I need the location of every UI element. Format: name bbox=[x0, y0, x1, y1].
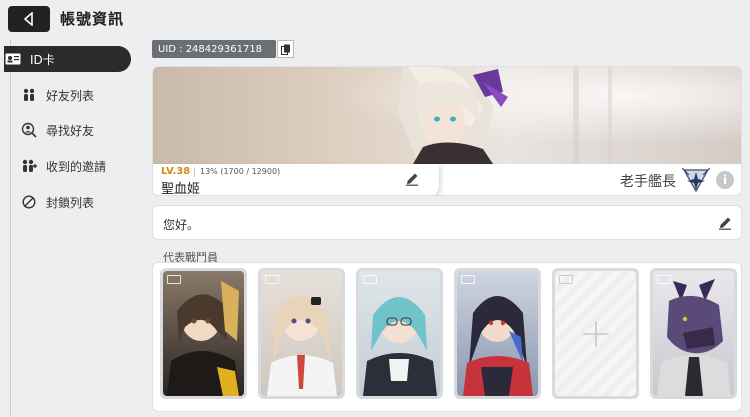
level-divider bbox=[194, 167, 195, 177]
info-icon: i bbox=[722, 173, 728, 187]
uid-label: UID : 248429361718 bbox=[152, 40, 276, 58]
sidebar-item-find-friend[interactable]: 尋找好友 bbox=[20, 117, 94, 143]
sidebar-item-invitations[interactable]: 收到的邀請 bbox=[20, 153, 106, 179]
pencil-icon bbox=[719, 217, 731, 230]
sidebar-item-label: 收到的邀請 bbox=[46, 159, 107, 174]
invitations-icon bbox=[20, 157, 38, 175]
greeting-text: 您好。 bbox=[163, 218, 200, 232]
character-portrait bbox=[359, 271, 440, 396]
back-arrow-icon bbox=[23, 12, 33, 26]
page-title: 帳號資訊 bbox=[60, 10, 125, 28]
friends-icon bbox=[20, 86, 38, 104]
top-bar: 帳號資訊 bbox=[0, 0, 750, 40]
character-portrait bbox=[457, 271, 538, 396]
sidebar-item-block-list[interactable]: 封鎖列表 bbox=[20, 189, 94, 215]
copy-icon bbox=[280, 44, 290, 55]
slot-tag-icon bbox=[559, 275, 573, 284]
profile-banner-image[interactable] bbox=[153, 67, 741, 164]
back-button[interactable] bbox=[8, 6, 50, 32]
copy-uid-button[interactable] bbox=[277, 40, 294, 58]
level-label: LV.38 bbox=[161, 166, 191, 177]
empty-slot bbox=[555, 271, 636, 396]
sidebar-item-label: 封鎖列表 bbox=[46, 195, 95, 210]
rank-emblem-icon bbox=[681, 167, 711, 195]
slot-tag-icon bbox=[265, 275, 279, 284]
slot-tag-icon bbox=[363, 275, 377, 284]
greeting-panel: 您好。 bbox=[152, 205, 742, 240]
add-icon bbox=[582, 320, 609, 347]
character-portrait bbox=[261, 271, 342, 396]
find-friend-icon bbox=[20, 121, 38, 139]
representative-slot-4[interactable] bbox=[454, 268, 541, 399]
rank-title: 老手艦長 bbox=[620, 174, 676, 190]
character-portrait bbox=[163, 271, 244, 396]
player-name: 聖血姬 bbox=[161, 182, 201, 196]
id-card: LV.38 13% (1700 / 12900) 聖血姬 老手艦長 i bbox=[152, 66, 742, 196]
edit-greeting-button[interactable] bbox=[718, 215, 732, 234]
sidebar-item-friend-list[interactable]: 好友列表 bbox=[20, 82, 94, 108]
character-portrait bbox=[653, 271, 734, 396]
sidebar-item-label: 好友列表 bbox=[46, 88, 95, 103]
block-icon bbox=[20, 193, 38, 211]
pencil-icon bbox=[406, 173, 418, 186]
sidebar-item-id-card[interactable]: ID卡 bbox=[4, 46, 131, 72]
slot-tag-icon bbox=[167, 275, 181, 284]
id-card-icon bbox=[4, 50, 22, 68]
representative-slot-empty[interactable] bbox=[552, 268, 639, 399]
representative-slot-6[interactable] bbox=[650, 268, 737, 399]
edit-name-button[interactable] bbox=[405, 171, 419, 190]
rank-info-button[interactable]: i bbox=[716, 171, 734, 189]
sidebar-item-label: ID卡 bbox=[30, 52, 55, 67]
sidebar-rail bbox=[10, 40, 11, 417]
representative-slot-1[interactable] bbox=[160, 268, 247, 399]
slot-tag-icon bbox=[657, 275, 671, 284]
exp-progress-text: 13% (1700 / 12900) bbox=[200, 167, 281, 176]
sidebar-item-label: 尋找好友 bbox=[46, 123, 95, 138]
representative-slot-2[interactable] bbox=[258, 268, 345, 399]
name-panel: LV.38 13% (1700 / 12900) 聖血姬 bbox=[153, 164, 439, 196]
slot-tag-icon bbox=[461, 275, 475, 284]
representative-slot-3[interactable] bbox=[356, 268, 443, 399]
